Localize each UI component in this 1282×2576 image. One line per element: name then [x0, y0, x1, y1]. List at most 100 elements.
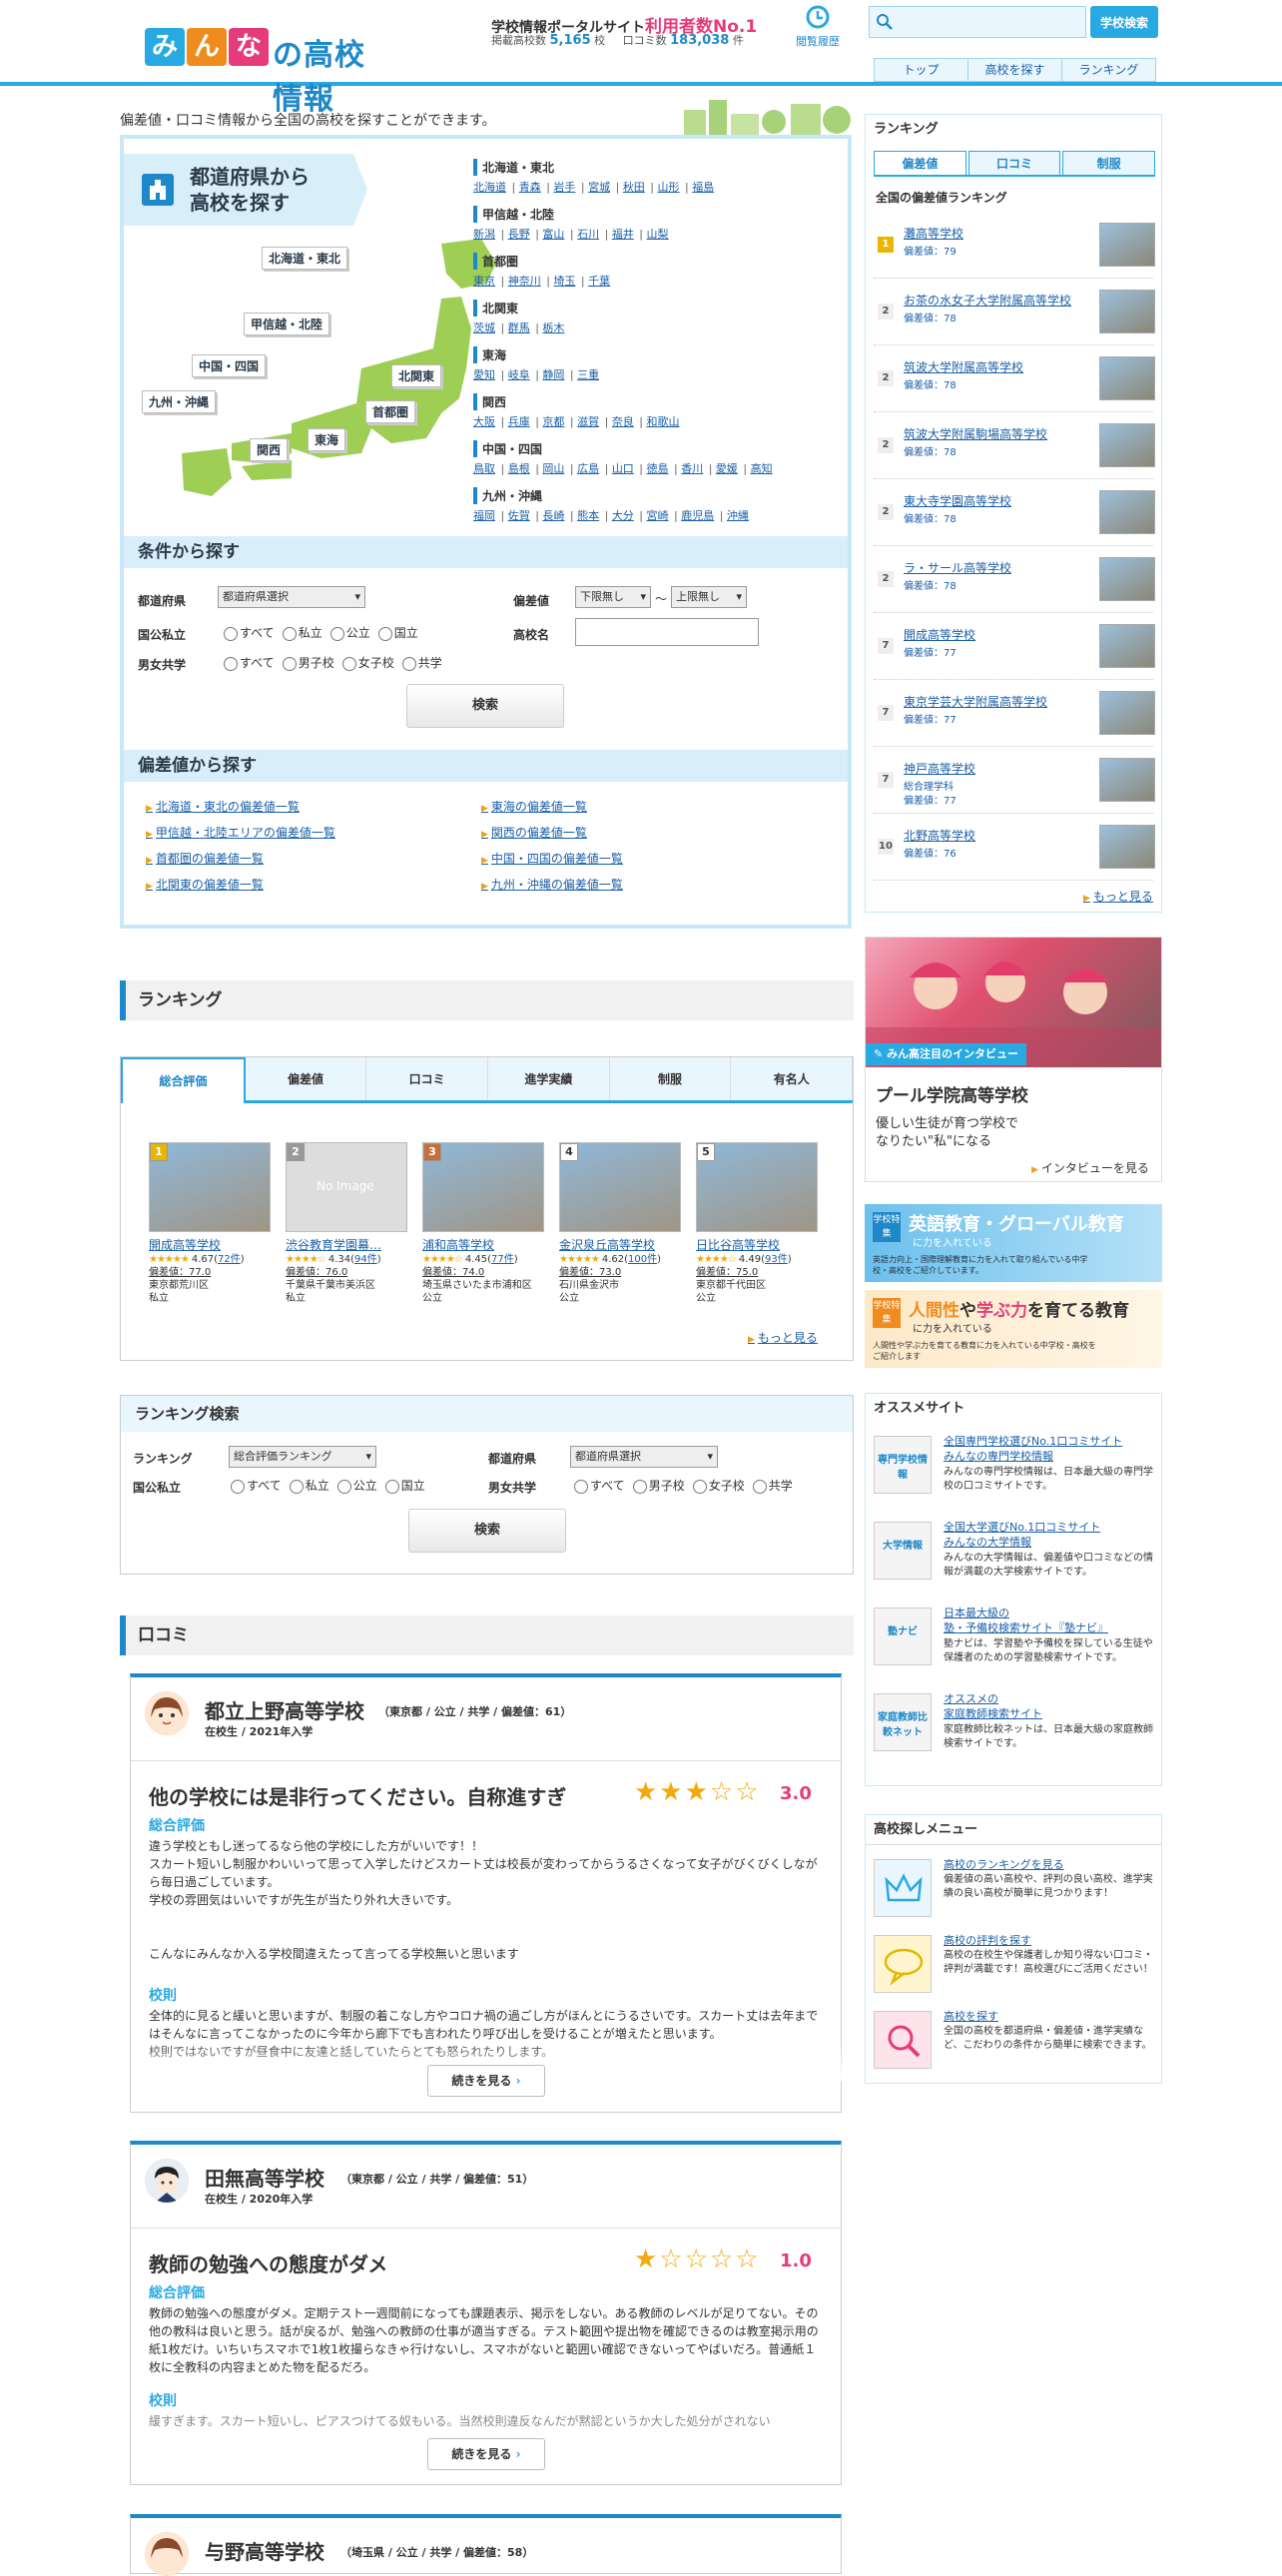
pref-link[interactable]: 長野: [508, 228, 530, 241]
radio-option[interactable]: 公立: [329, 624, 370, 641]
side-ranking-item[interactable]: 2 東大寺学園高等学校 偏差値：78: [874, 480, 1155, 546]
side-rank-school[interactable]: 北野高等学校: [904, 827, 975, 844]
ranking-dev[interactable]: 偏差値：77.0: [149, 1266, 279, 1279]
rs-rank-select[interactable]: 総合評価ランキング: [229, 1446, 376, 1468]
school-thumbnail[interactable]: [1099, 758, 1155, 802]
pref-link[interactable]: 茨城: [473, 322, 495, 334]
ranking-dev[interactable]: 偏差値：74.0: [422, 1266, 552, 1279]
interview-card[interactable]: ✎ みん高注目のインタビュー プール学院高等学校 優しい生徒が育つ学校で なりた…: [865, 937, 1162, 1182]
side-ranking-item[interactable]: 7 東京学芸大学附属高等学校 偏差値：77: [874, 681, 1155, 747]
pref-link[interactable]: 山口: [612, 462, 634, 475]
ranking-item[interactable]: 3 浦和高等学校 ★★★★☆ 4.45(77件) 偏差値：74.0 埼玉県さいたま市浦和区…: [422, 1142, 552, 1305]
radio-option[interactable]: 国立: [377, 624, 418, 641]
pref-select[interactable]: 都道府県選択: [218, 586, 365, 608]
nav-ranking[interactable]: ランキング: [1061, 58, 1156, 82]
pref-link[interactable]: 岐阜: [508, 368, 530, 381]
dev-region-link[interactable]: 東海の偏差値一覧: [481, 798, 587, 815]
school-thumbnail[interactable]: [1099, 490, 1155, 534]
pref-link[interactable]: 熊本: [577, 509, 599, 522]
pref-link[interactable]: 滋賀: [577, 415, 599, 428]
dev-region-link[interactable]: 北海道・東北の偏差値一覧: [146, 798, 300, 815]
pref-link[interactable]: 青森: [519, 181, 541, 194]
pref-link[interactable]: 福岡: [473, 509, 495, 522]
school-photo[interactable]: No Image 2: [286, 1142, 407, 1232]
pref-link[interactable]: 新潟: [473, 228, 495, 241]
ranking-tab[interactable]: 有名人: [731, 1057, 854, 1100]
pref-link[interactable]: 栃木: [542, 322, 564, 334]
radio-option[interactable]: 国立: [384, 1477, 425, 1494]
pref-link[interactable]: 島根: [508, 462, 530, 475]
school-search-button[interactable]: 学校検索: [1090, 6, 1158, 38]
ranking-school-name[interactable]: 開成高等学校: [149, 1236, 279, 1253]
radio-option[interactable]: すべて: [224, 654, 275, 671]
school-thumbnail[interactable]: [1099, 290, 1155, 333]
radio-option[interactable]: すべて: [231, 1477, 282, 1494]
review-school-name[interactable]: 与野高等学校: [205, 2536, 324, 2565]
school-thumbnail[interactable]: [1099, 557, 1155, 601]
radio-button[interactable]: [401, 656, 416, 671]
side-ranking-item[interactable]: 2 筑波大学附属高等学校 偏差値：78: [874, 346, 1155, 412]
radio-button[interactable]: [341, 656, 356, 671]
radio-button[interactable]: [329, 626, 344, 641]
pref-link[interactable]: 徳島: [647, 462, 669, 475]
radio-button[interactable]: [282, 626, 297, 641]
side-rank-school[interactable]: 東大寺学園高等学校: [904, 492, 1011, 509]
pref-link[interactable]: 愛媛: [716, 462, 738, 475]
pref-link[interactable]: 群馬: [508, 322, 530, 334]
pref-link[interactable]: 北海道: [473, 181, 506, 194]
pref-link[interactable]: 佐賀: [508, 509, 530, 522]
ranking-more-link[interactable]: もっと見る: [748, 1329, 818, 1346]
radio-option[interactable]: すべて: [574, 1477, 625, 1494]
pref-link[interactable]: 高知: [751, 462, 773, 475]
nav-find-school[interactable]: 高校を探す: [967, 58, 1062, 82]
rank-search-button[interactable]: 検索: [408, 1509, 566, 1553]
banner-humanity[interactable]: 学校特集 人間性や学ぶ力を育てる教育 に力を入れている 人間性や学ぶ力を育てる教…: [865, 1290, 1162, 1368]
map-tag-kyushu-okinawa[interactable]: 九州・沖縄: [142, 390, 217, 413]
review-count-link[interactable]: 72件: [218, 1254, 241, 1265]
side-ranking-item[interactable]: 7 神戸高等学校 総合理学科 偏差値：77: [874, 748, 1155, 814]
radio-button[interactable]: [692, 1479, 707, 1494]
ranking-tab[interactable]: 進学実績: [488, 1057, 610, 1100]
pref-link[interactable]: 奈良: [612, 415, 634, 428]
radio-option[interactable]: 女子校: [341, 654, 394, 671]
pref-link[interactable]: 三重: [577, 368, 599, 381]
menu-link[interactable]: 高校の評判を探す: [944, 1933, 1153, 1948]
side-rank-school[interactable]: ラ・サール高等学校: [904, 559, 1011, 576]
school-thumbnail[interactable]: [1099, 223, 1155, 267]
osusume-title-line2[interactable]: 家庭教師検索サイト: [944, 1706, 1153, 1721]
interview-more-link[interactable]: インタビューを見る: [1031, 1159, 1149, 1176]
menu-link[interactable]: 高校を探す: [944, 2009, 1153, 2024]
side-rank-school[interactable]: お茶の水女子大学附属高等学校: [904, 292, 1071, 309]
side-ranking-item[interactable]: 1 灘高等学校 偏差値：79: [874, 213, 1155, 279]
menu-item[interactable]: 高校を探す 全国の高校を都道府県・偏差値・進学実績など、こだわりの条件から簡単に検…: [874, 2009, 1155, 2079]
radio-button[interactable]: [377, 626, 392, 641]
side-ranking-item[interactable]: 2 お茶の水女子大学附属高等学校 偏差値：78: [874, 280, 1155, 345]
pref-link[interactable]: 石川: [577, 228, 599, 241]
radio-option[interactable]: 共学: [752, 1477, 793, 1494]
radio-option[interactable]: 共学: [401, 654, 442, 671]
osusume-title-line1[interactable]: 日本最大級の: [944, 1606, 1153, 1620]
ranking-school-name[interactable]: 浦和高等学校: [422, 1236, 552, 1253]
pref-link[interactable]: 鳥取: [473, 462, 495, 475]
school-photo[interactable]: 3: [422, 1142, 544, 1232]
radio-button[interactable]: [752, 1479, 767, 1494]
radio-button[interactable]: [574, 1479, 588, 1494]
side-ranking-item[interactable]: 7 開成高等学校 偏差値：77: [874, 614, 1155, 680]
ranking-dev[interactable]: 偏差値：73.0: [559, 1266, 689, 1279]
map-tag-koshinetsu-hokuriku[interactable]: 甲信越・北陸: [244, 313, 330, 335]
map-tag-shutoken[interactable]: 首都圏: [365, 400, 416, 423]
radio-button[interactable]: [224, 656, 238, 671]
school-name-input[interactable]: [575, 618, 759, 646]
osusume-title-line2[interactable]: みんなの専門学校情報: [944, 1449, 1153, 1464]
radio-option[interactable]: すべて: [224, 624, 275, 641]
pref-link[interactable]: 山梨: [647, 228, 669, 241]
review-more-button[interactable]: 続きを見る ›: [427, 2438, 545, 2470]
ranking-tab[interactable]: 偏差値: [246, 1057, 367, 1100]
radio-button[interactable]: [231, 1479, 245, 1494]
side-ranking-item[interactable]: 10 北野高等学校 偏差値：76: [874, 815, 1155, 881]
pref-link[interactable]: 長崎: [542, 509, 564, 522]
osusume-title-line2[interactable]: みんなの大学情報: [944, 1535, 1153, 1550]
side-ranking-more[interactable]: もっと見る: [1083, 888, 1153, 905]
pref-link[interactable]: 岡山: [542, 462, 564, 475]
pref-link[interactable]: 静岡: [542, 368, 564, 381]
